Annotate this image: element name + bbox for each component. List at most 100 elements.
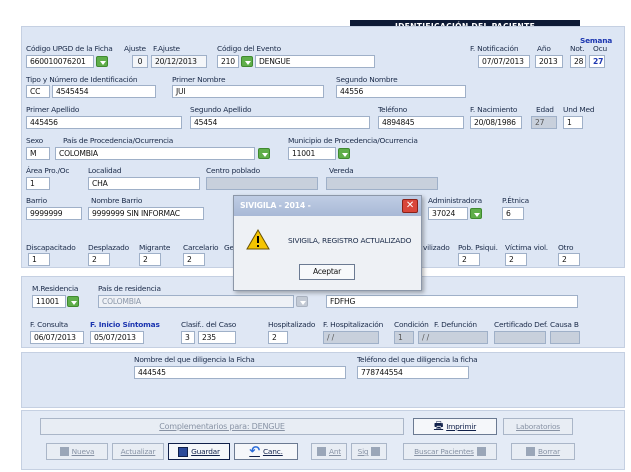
- admin-dropdown[interactable]: [470, 208, 482, 219]
- pais-res-label: País de residencia: [98, 284, 161, 293]
- admin-field[interactable]: 37024: [428, 207, 468, 220]
- area-label: Área Pro./Oc: [26, 166, 70, 175]
- evento-name-field[interactable]: DENGUE: [255, 55, 375, 68]
- imprimir-label: Imprimir: [446, 422, 477, 431]
- fnac-field[interactable]: 20/08/1986: [470, 116, 522, 129]
- actualizar-button: Actualizar: [112, 443, 164, 460]
- tipo-field[interactable]: CC: [26, 85, 50, 98]
- undo-icon: ↶: [249, 444, 260, 459]
- localidad-label: Localidad: [88, 166, 122, 175]
- numero-field[interactable]: 4545454: [52, 85, 156, 98]
- causa-label: Causa B: [550, 320, 579, 329]
- disc-label: Discapacitado: [26, 243, 76, 252]
- hosp-field[interactable]: 2: [268, 331, 288, 344]
- dialog-close-button[interactable]: ✕: [402, 199, 418, 213]
- fnotif-label: F. Notificación: [470, 44, 519, 53]
- fajuste-label: F.Ajuste: [153, 44, 180, 53]
- und-label: Und Med: [563, 105, 595, 114]
- complementarios-button: Complementarios para: DENGUE: [40, 418, 404, 435]
- nombre-barrio-label: Nombre Barrio: [91, 196, 143, 205]
- hosp-label: Hospitalizado: [268, 320, 316, 329]
- carc-field[interactable]: 2: [183, 253, 205, 266]
- disc-field[interactable]: 1: [28, 253, 50, 266]
- dialog-title: SIVIGILA - 2014 -: [234, 196, 421, 216]
- buscar-button: Buscar Pacientes: [403, 443, 497, 460]
- printer-icon: 🖶: [433, 420, 444, 431]
- desp-field[interactable]: 2: [88, 253, 110, 266]
- fconsulta-field[interactable]: 06/07/2013: [30, 331, 84, 344]
- cert-field: [494, 331, 546, 344]
- fdef-field: / /: [418, 331, 488, 344]
- nombre2-label: Segundo Nombre: [336, 75, 398, 84]
- sexo-label: Sexo: [26, 136, 43, 145]
- guardar-label: Guardar: [191, 447, 220, 456]
- psiq-field[interactable]: 2: [458, 253, 480, 266]
- mres-field[interactable]: 11001: [32, 295, 66, 308]
- telefono-field[interactable]: 4894845: [378, 116, 464, 129]
- dialog-message: SIVIGILA, REGISTRO ACTUALIZADO: [288, 236, 412, 245]
- sig-label: Sig: [357, 447, 369, 456]
- otro-field[interactable]: 2: [558, 253, 580, 266]
- municipio-field[interactable]: 11001: [288, 147, 336, 160]
- telefono-label: Teléfono: [378, 105, 408, 114]
- laboratorios-button: Laboratorios: [503, 418, 573, 435]
- cert-label: Certificado Def.: [494, 320, 548, 329]
- etnica-field[interactable]: 6: [502, 207, 524, 220]
- psiq-label: Pob. Psiqui.: [458, 243, 498, 252]
- guardar-button[interactable]: Guardar: [168, 443, 230, 460]
- fhosp-label: F. Hospitalización: [323, 320, 384, 329]
- victima-field[interactable]: 2: [505, 253, 527, 266]
- clasif1-field[interactable]: 3: [181, 331, 195, 344]
- nueva-label: Nueva: [71, 447, 95, 456]
- migr-field[interactable]: 2: [139, 253, 161, 266]
- buscar-label: Buscar Pacientes: [414, 447, 474, 456]
- ant-icon: [316, 447, 326, 456]
- sig-button: Sig: [351, 443, 387, 460]
- pais-field[interactable]: COLOMBIA: [55, 147, 255, 160]
- finicio-field[interactable]: 05/07/2013: [90, 331, 144, 344]
- nombre1-field[interactable]: JUI: [172, 85, 324, 98]
- nueva-button: Nueva: [46, 443, 108, 460]
- upgd-field[interactable]: 660010076201: [26, 55, 94, 68]
- cancelar-button[interactable]: ↶ Canc.: [234, 443, 298, 460]
- edad-field: 27: [531, 116, 557, 129]
- evento-code-field[interactable]: 210: [217, 55, 239, 68]
- clasif2-field[interactable]: 235: [198, 331, 236, 344]
- evento-dropdown[interactable]: [241, 56, 253, 67]
- dilig-nombre-field[interactable]: 444545: [134, 366, 346, 379]
- dialog-ok-button[interactable]: Aceptar: [299, 264, 355, 280]
- imprimir-button[interactable]: 🖶 Imprimir: [413, 418, 497, 435]
- nombre-barrio-field[interactable]: 9999999 SIN INFORMAC: [88, 207, 204, 220]
- anio-field[interactable]: 2013: [535, 55, 563, 68]
- mres-dropdown[interactable]: [67, 296, 79, 307]
- barrio-field[interactable]: 9999999: [26, 207, 82, 220]
- und-field[interactable]: 1: [563, 116, 583, 129]
- not-label: Not.: [570, 44, 585, 53]
- sexo-field[interactable]: M: [26, 147, 50, 160]
- sem-not-field[interactable]: 28: [570, 55, 586, 68]
- finicio-label: F. Inicio Síntomas: [90, 320, 160, 329]
- direccion-field[interactable]: FDFHG: [326, 295, 578, 308]
- upgd-dropdown[interactable]: [96, 56, 108, 67]
- borrar-button: Borrar: [511, 443, 575, 460]
- filler-panel: [21, 352, 625, 408]
- message-dialog: SIVIGILA - 2014 - ✕ SIVIGILA, REGISTRO A…: [233, 195, 422, 291]
- civil-label: vilizado: [423, 243, 450, 252]
- vereda-label: Vereda: [329, 166, 354, 175]
- municipio-dropdown[interactable]: [338, 148, 350, 159]
- carc-label: Carcelario: [183, 243, 219, 252]
- area-field[interactable]: 1: [26, 177, 50, 190]
- apellido2-field[interactable]: 45454: [190, 116, 370, 129]
- fnotif-field[interactable]: 07/07/2013: [478, 55, 530, 68]
- barrio-label: Barrio: [26, 196, 47, 205]
- admin-label: Administradora: [428, 196, 482, 205]
- apellido1-field[interactable]: 445456: [26, 116, 182, 129]
- condicion-field: 1: [394, 331, 414, 344]
- borrar-icon: [526, 447, 536, 456]
- nombre1-label: Primer Nombre: [172, 75, 226, 84]
- dilig-tel-field[interactable]: 778744554: [357, 366, 469, 379]
- localidad-field[interactable]: CHA: [88, 177, 200, 190]
- nombre2-field[interactable]: 44556: [336, 85, 466, 98]
- pais-dropdown[interactable]: [258, 148, 270, 159]
- sem-ocu-field[interactable]: 27: [589, 55, 605, 68]
